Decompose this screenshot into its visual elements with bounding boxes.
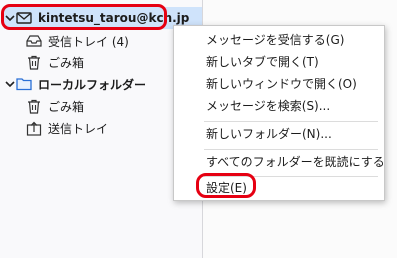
trash-icon [26,54,42,70]
outbox-icon [26,120,42,136]
menu-new-folder[interactable]: 新しいフォルダー(N)... [174,123,384,145]
menu-open-new-tab[interactable]: 新しいタブで開く(T) [174,51,384,73]
menu-separator [204,149,378,150]
menu-get-messages[interactable]: メッセージを受信する(G) [174,29,384,51]
settings-highlight-callout [196,173,256,198]
local-trash-label: ごみ箱 [48,99,85,114]
menu-mark-all-read[interactable]: すべてのフォルダーを既読にする [174,151,385,173]
trash-icon [26,98,42,114]
inbox-icon [26,33,42,49]
inbox-label: 受信トレイ (4) [48,34,129,49]
outbox-label: 送信トレイ [48,121,109,136]
menu-separator [204,121,378,122]
folder-trash[interactable]: ごみ箱 [26,51,84,73]
folder-outbox[interactable]: 送信トレイ [26,117,108,139]
folder-local-trash[interactable]: ごみ箱 [26,95,84,117]
folder-icon [16,76,32,92]
folder-inbox[interactable]: 受信トレイ (4) [26,30,129,52]
menu-search-messages[interactable]: メッセージを検索(S)... [174,95,384,117]
folder-pane: kintetsu_tarou@kcn.jp 受信トレイ (4) ごみ箱 ローカル… [0,0,202,258]
menu-open-new-window[interactable]: 新しいウィンドウで開く(O) [174,73,384,95]
trash-label: ごみ箱 [48,55,85,70]
account-highlight-callout [1,4,167,30]
local-folders-row[interactable]: ローカルフォルダー [4,73,146,95]
local-folders-label: ローカルフォルダー [38,77,147,92]
chevron-down-icon[interactable] [4,79,16,89]
